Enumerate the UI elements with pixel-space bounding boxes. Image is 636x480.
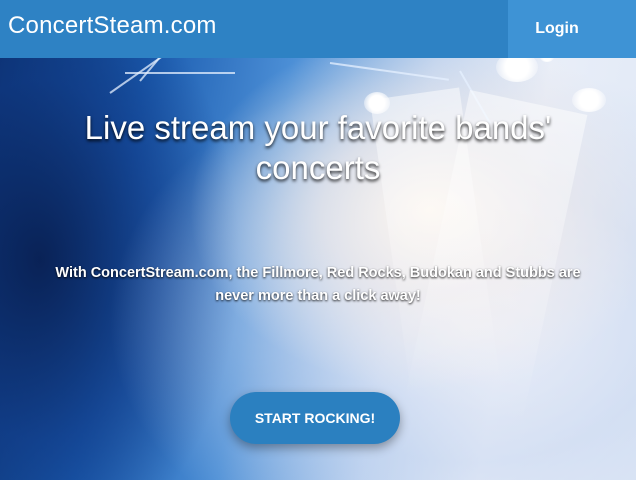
stage-truss [125,72,235,74]
top-nav-bar: ConcertSteam.com Login [0,0,636,58]
start-rocking-button[interactable]: START ROCKING! [230,392,400,444]
login-button[interactable]: Login [508,0,636,58]
brand-logo[interactable]: ConcertSteam.com [8,12,217,40]
hero-subtext: With ConcertStream.com, the Fillmore, Re… [55,265,581,304]
stage-truss [329,62,449,81]
hero-headline: Live stream your favorite bands' concert… [84,109,552,186]
